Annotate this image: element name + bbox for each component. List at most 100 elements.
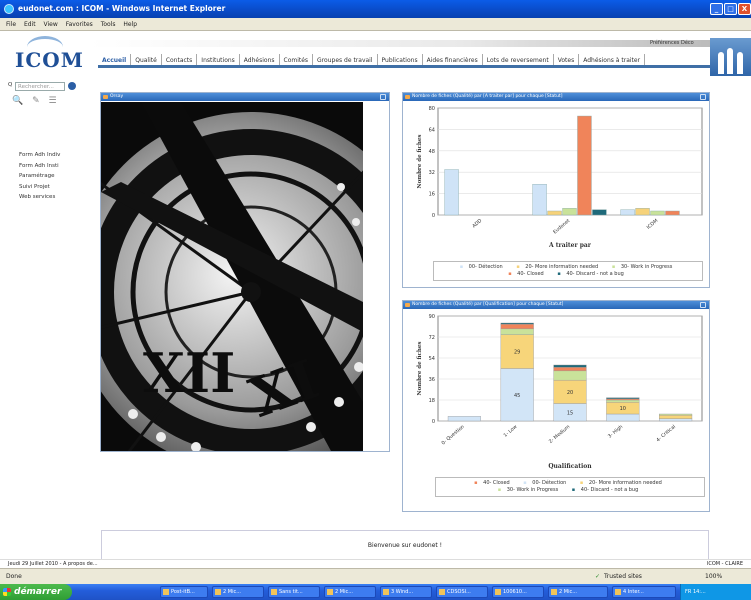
leftmenu-form-adh-indiv[interactable]: Form Adh Indiv <box>19 152 89 160</box>
chart2-bar-segment <box>659 414 693 419</box>
search-area: Q Rechercher... <box>8 82 88 92</box>
panel-expand-icon[interactable] <box>700 94 706 100</box>
chart1-legend: ▪ 00- Détection ▪ 20- More information n… <box>433 261 703 281</box>
chart2-ylabel: Nombre de fiches <box>417 342 423 396</box>
leftmenu-web-services[interactable]: Web services <box>19 194 89 202</box>
app-icon <box>215 589 221 595</box>
chart1-ytick-label: 64 <box>429 127 435 133</box>
chart2-bar-segment <box>606 413 640 422</box>
tab-publications[interactable]: Publications <box>378 54 423 65</box>
taskbar: démarrer Post-itB... 2 Mic... Sans tit..… <box>0 584 751 600</box>
menu-view[interactable]: View <box>44 18 58 31</box>
chart1-xlabel: A traiter par <box>548 242 592 249</box>
side-icons: 🔍 ✎ ☰ <box>12 96 63 106</box>
header-strip <box>90 40 710 47</box>
window-title: eudonet.com : ICOM - Windows Internet Ex… <box>18 4 226 13</box>
chart2-category-label: 0- Question <box>441 424 466 446</box>
taskbar-item[interactable]: 2 Mic... <box>548 586 608 598</box>
chart2-data-label: 10 <box>620 406 626 412</box>
chart2-data-label: 20 <box>567 390 573 396</box>
chart2-legend-item: ▪ 40- Closed <box>474 480 510 486</box>
system-tray: FR 14:... <box>680 584 751 600</box>
taskbar-item[interactable]: 3 Wind... <box>380 586 432 598</box>
menu-tools[interactable]: Tools <box>101 18 116 31</box>
footer-user: ICOM - CLAIRE <box>706 561 743 567</box>
taskbar-item[interactable]: 4 Inter... <box>612 586 676 598</box>
chart1-header: Nombre de fiches (Qualité) par [A traite… <box>403 93 709 101</box>
chart2-category-label: 4- Critical <box>655 424 677 443</box>
chart2-bar-segment <box>500 322 534 325</box>
panel-expand-icon[interactable] <box>380 94 386 100</box>
chart2-bar-segment <box>500 328 534 335</box>
search-go-icon[interactable] <box>68 82 76 90</box>
tab-aides-financieres[interactable]: Aides financières <box>423 54 483 65</box>
taskbar-item[interactable]: Post-itB... <box>160 586 208 598</box>
chart2-ytick-label: 36 <box>429 377 435 383</box>
chart2-bar-segment <box>659 413 693 416</box>
menu-favorites[interactable]: Favorites <box>66 18 93 31</box>
search-label: Q <box>8 82 13 88</box>
chart2-legend-item: ▪ 00- Détection <box>523 480 567 486</box>
security-zone[interactable]: Trusted sites <box>604 569 642 584</box>
status-bar: Done ✓ Trusted sites 100% <box>0 568 751 584</box>
tab-accueil[interactable]: Accueil <box>98 54 132 65</box>
tab-votes[interactable]: Votes <box>554 54 580 65</box>
close-button[interactable]: X <box>738 3 751 15</box>
tab-lots-de-reversement[interactable]: Lots de reversement <box>483 54 554 65</box>
chart2-category-label: 3- High <box>607 424 624 440</box>
page-footer: Jeudi 29 Juillet 2010 - A propos de... I… <box>0 559 751 568</box>
chart2-bar-segment <box>553 370 587 381</box>
chart1-bar <box>532 184 547 216</box>
chart2-bar-segment <box>606 397 640 400</box>
app-icon <box>163 589 169 595</box>
left-menu: Form Adh Indiv Form Adh Insti Paramétrag… <box>19 152 89 205</box>
chart1-ylabel: Nombre de fiches <box>417 135 423 189</box>
tab-groupes-de-travail[interactable]: Groupes de travail <box>313 54 378 65</box>
taskbar-item[interactable]: 2 Mic... <box>212 586 264 598</box>
photo-panel-header: Orsay <box>101 93 389 101</box>
tray-text: FR 14:... <box>685 589 706 595</box>
menu-file[interactable]: File <box>6 18 16 31</box>
maximize-button[interactable]: □ <box>724 3 737 15</box>
footer-date-about[interactable]: Jeudi 29 Juillet 2010 - A propos de... <box>8 560 98 568</box>
window-titlebar: eudonet.com : ICOM - Windows Internet Ex… <box>0 0 751 18</box>
menu-help[interactable]: Help <box>123 18 137 31</box>
tab-adhesions[interactable]: Adhésions <box>240 54 280 65</box>
tab-adhesions-a-traiter[interactable]: Adhésions à traiter <box>579 54 646 65</box>
leftmenu-suivi-projet[interactable]: Suivi Projet <box>19 184 89 192</box>
chart2-bar-segment <box>553 367 587 372</box>
taskbar-item[interactable]: Sans tit... <box>268 586 320 598</box>
chart1-ytick-label: 80 <box>429 106 435 112</box>
chart2-legend-item: ▪ 40- Discard - not a bug <box>571 487 639 493</box>
taskbar-item[interactable]: 100610... <box>492 586 544 598</box>
user-links[interactable]: Préférences Déco <box>650 40 694 46</box>
taskbar-item[interactable]: CDSOSI... <box>436 586 488 598</box>
chart2-ytick-label: 72 <box>429 335 435 341</box>
search-input[interactable]: Rechercher... <box>15 82 65 91</box>
panel-expand-icon[interactable] <box>700 302 706 308</box>
chart1-ytick-label: 32 <box>429 170 435 176</box>
tab-comites[interactable]: Comités <box>280 54 314 65</box>
taskbar-item[interactable]: 2 Mic... <box>324 586 376 598</box>
tab-institutions[interactable]: Institutions <box>197 54 240 65</box>
leftmenu-form-adh-insti[interactable]: Form Adh Insti <box>19 163 89 171</box>
tab-qualite[interactable]: Qualité <box>131 54 162 65</box>
chart2-ytick-label: 90 <box>429 314 435 320</box>
chart2-ytick-label: 18 <box>429 398 435 404</box>
menu-edit[interactable]: Edit <box>24 18 36 31</box>
app-icon <box>615 589 621 595</box>
chart2-legend: ▪ 40- Closed ▪ 00- Détection ▪ 20- More … <box>435 477 705 497</box>
chart2-ytick-label: 0 <box>432 419 435 425</box>
start-button[interactable]: démarrer <box>0 584 72 600</box>
tab-contacts[interactable]: Contacts <box>162 54 198 65</box>
list-icon[interactable]: ☰ <box>49 96 57 106</box>
app-icon <box>327 589 333 595</box>
svg-text:XII: XII <box>143 341 235 405</box>
search-icon[interactable]: 🔍 <box>12 96 23 106</box>
minimize-button[interactable]: _ <box>710 3 723 15</box>
zoom-level[interactable]: 100% <box>705 569 722 584</box>
tools-icon[interactable]: ✎ <box>32 96 40 106</box>
leftmenu-parametrage[interactable]: Paramétrage <box>19 173 89 181</box>
icom-logo[interactable]: ICOM <box>15 36 83 76</box>
panel-icon <box>405 95 410 99</box>
